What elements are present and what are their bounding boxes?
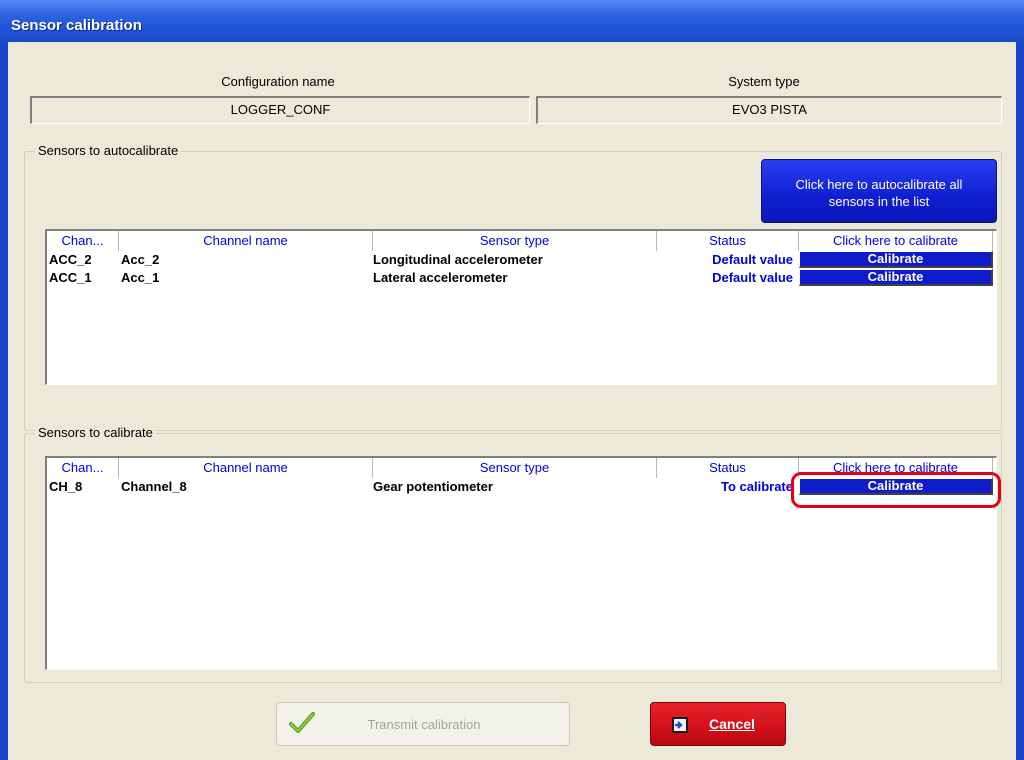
col-calibrate[interactable]: Click here to calibrate [799, 231, 993, 251]
col-status[interactable]: Status [657, 458, 799, 478]
cell-chan: CH_8 [49, 479, 83, 494]
col-status[interactable]: Status [657, 231, 799, 251]
autocalibrate-group: Sensors to autocalibrate Click here to a… [24, 143, 1002, 431]
autocalibrate-list[interactable]: Chan... Channel name Sensor type Status … [45, 229, 997, 385]
calibrate-button[interactable]: Calibrate [799, 251, 993, 268]
cancel-label: Cancel [709, 716, 755, 732]
autocalibrate-all-button[interactable]: Click here to autocalibrate all sensors … [761, 159, 997, 223]
cell-action: Calibrate [799, 251, 993, 268]
cell-status: Default value [712, 252, 793, 267]
cell-chan: ACC_2 [49, 252, 92, 267]
col-sensor-type[interactable]: Sensor type [373, 458, 657, 478]
config-name-field: LOGGER_CONF [30, 96, 530, 124]
sensor-calibration-window: Sensor calibration Configuration name LO… [0, 0, 1024, 760]
calibrate-button[interactable]: Calibrate [799, 269, 993, 286]
calibrate-group: Sensors to calibrate Chan... Channel nam… [24, 425, 1002, 683]
table-row[interactable]: ACC_1 Acc_1 Lateral accelerometer Defaul… [47, 269, 996, 286]
cell-status: To calibrate [720, 479, 793, 494]
col-channel[interactable]: Chan... [47, 458, 119, 478]
col-sensor-type[interactable]: Sensor type [373, 231, 657, 251]
cell-name: Acc_1 [121, 270, 160, 285]
cell-name: Acc_2 [121, 252, 160, 267]
window-title: Sensor calibration [0, 0, 1024, 42]
cell-status: Default value [712, 270, 793, 285]
transmit-calibration-button[interactable]: Transmit calibration [276, 702, 570, 746]
cell-action: Calibrate [799, 269, 993, 286]
system-type-field: EVO3 PISTA [536, 96, 1002, 124]
transmit-calibration-label: Transmit calibration [367, 717, 481, 732]
calibrate-group-label: Sensors to calibrate [35, 425, 156, 440]
cell-type: Longitudinal accelerometer [373, 252, 543, 267]
system-type-label: System type [728, 74, 800, 89]
cell-name: Channel_8 [121, 479, 187, 494]
cell-type: Gear potentiometer [373, 479, 493, 494]
autocalibrate-list-header: Chan... Channel name Sensor type Status … [47, 231, 996, 251]
autocalibrate-all-line1: Click here to autocalibrate all [795, 177, 963, 192]
table-row[interactable]: ACC_2 Acc_2 Longitudinal accelerometer D… [47, 251, 996, 268]
dialog-client-area: Configuration name LOGGER_CONF System ty… [8, 42, 1016, 760]
cancel-button[interactable]: Cancel [650, 702, 786, 746]
col-channel[interactable]: Chan... [47, 231, 119, 251]
cell-chan: ACC_1 [49, 270, 92, 285]
cell-type: Lateral accelerometer [373, 270, 508, 285]
col-channel-name[interactable]: Channel name [119, 458, 373, 478]
autocalibrate-all-line2: sensors in the list [828, 194, 930, 209]
autocalibrate-group-label: Sensors to autocalibrate [35, 143, 182, 158]
exit-door-icon [671, 716, 689, 737]
highlight-ring [791, 472, 1001, 508]
config-name-label: Configuration name [221, 74, 335, 89]
col-channel-name[interactable]: Channel name [119, 231, 373, 251]
